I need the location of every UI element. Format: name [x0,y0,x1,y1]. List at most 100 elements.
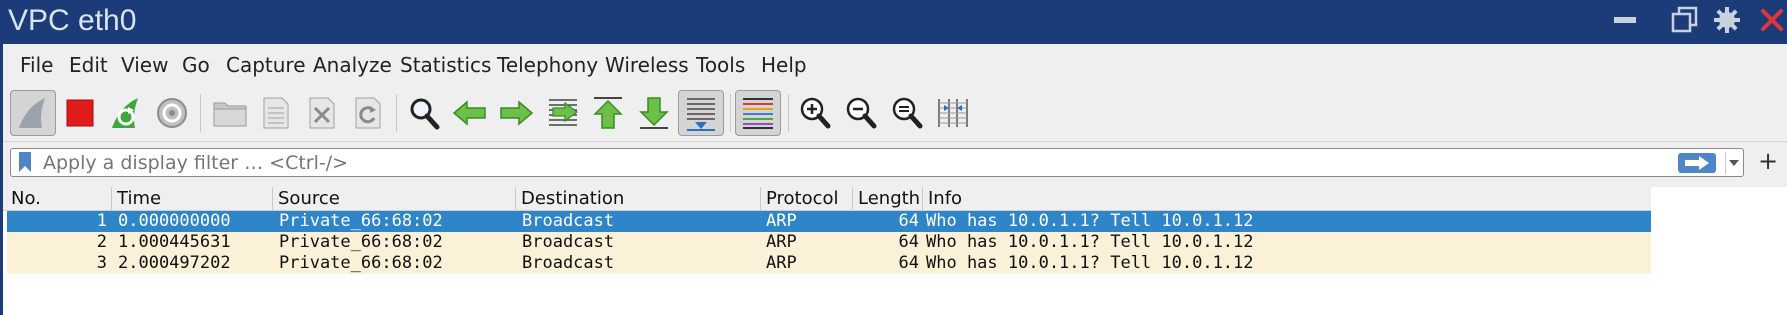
cell-destination: Broadcast [522,211,615,231]
cell-length: 64 [898,253,919,273]
reload-file-button[interactable] [345,90,391,136]
cell-source: Private_66:68:02 [279,211,443,231]
go-forward-icon [500,100,534,126]
menu-telephony[interactable]: Telephony [497,53,598,77]
cell-no: 2 [96,232,107,252]
autoscroll-button[interactable] [678,90,724,136]
go-to-packet-icon [549,99,578,126]
column-header-source[interactable]: Source [273,187,516,211]
zoom-out-button[interactable] [838,90,884,136]
go-last-icon [639,97,669,129]
resize-columns-button[interactable] [930,90,976,136]
cell-no: 3 [96,253,107,273]
bookmark-icon[interactable] [19,152,31,172]
display-filter-input-box [10,148,1744,177]
menu-wireless[interactable]: Wireless [605,53,689,77]
menu-tools[interactable]: Tools [696,53,745,77]
restart-capture-icon [112,98,138,128]
apply-filter-button[interactable] [1678,153,1716,173]
display-filter-input[interactable] [43,151,1643,175]
cell-protocol: ARP [766,211,797,231]
go-back-button[interactable] [447,90,493,136]
column-header-time[interactable]: Time [112,187,273,211]
stop-capture-button[interactable] [57,90,103,136]
zoom-in-icon [800,97,831,129]
column-header-info[interactable]: Info [923,187,1651,211]
go-last-button[interactable] [631,90,677,136]
maximize-icon [1671,6,1698,33]
menu-capture[interactable]: Capture [226,53,306,77]
cell-info: Who has 10.0.1.1? Tell 10.0.1.12 [926,232,1254,252]
packet-list: No. Time Source Destination Protocol Len… [3,187,1787,315]
save-file-icon [263,97,289,129]
menu-edit[interactable]: Edit [69,53,108,77]
colorize-icon [743,98,773,129]
cell-time: 1.000445631 [118,232,231,252]
display-filter-bar: + [3,143,1787,181]
save-file-button[interactable] [253,90,299,136]
maximize-button[interactable] [1669,4,1701,36]
normal-size-button[interactable] [884,90,930,136]
restart-capture-button[interactable] [103,90,149,136]
go-first-button[interactable] [585,90,631,136]
menu-help[interactable]: Help [761,53,807,77]
close-file-button[interactable] [299,90,345,136]
menu-file[interactable]: File [20,53,53,77]
window-settings-button[interactable] [1711,4,1743,36]
toolbar-separator [200,94,201,132]
cell-time: 2.000497202 [118,253,231,273]
packet-row[interactable]: 3 2.000497202 Private_66:68:02 Broadcast… [7,253,1651,274]
packet-row[interactable]: 2 1.000445631 Private_66:68:02 Broadcast… [7,232,1651,253]
go-forward-button[interactable] [493,90,539,136]
column-header-destination[interactable]: Destination [516,187,761,211]
packet-row[interactable]: 1 0.000000000 Private_66:68:02 Broadcast… [7,211,1651,232]
open-file-icon [213,102,247,127]
title-bar: VPC eth0 [0,0,1787,44]
cell-info: Who has 10.0.1.1? Tell 10.0.1.12 [926,253,1254,273]
add-filter-button[interactable]: + [1758,149,1778,173]
cell-destination: Broadcast [522,253,615,273]
reload-file-icon [355,97,381,129]
open-file-button[interactable] [207,90,253,136]
zoom-in-button[interactable] [792,90,838,136]
close-window-button[interactable] [1757,4,1787,36]
packet-list-header: No. Time Source Destination Protocol Len… [3,187,1651,211]
gear-icon [1714,7,1740,33]
filter-history-dropdown[interactable] [1725,152,1741,174]
find-packet-icon [410,98,440,130]
menu-analyze[interactable]: Analyze [313,53,392,77]
zoom-out-icon [846,97,877,129]
stop-capture-icon [66,99,94,127]
toolbar-separator [730,94,731,132]
minimize-button[interactable] [1612,4,1638,36]
column-header-protocol[interactable]: Protocol [761,187,853,211]
cell-length: 64 [898,232,919,252]
find-packet-button[interactable] [401,90,447,136]
close-icon [1761,9,1783,31]
colorize-button[interactable] [735,90,781,136]
resize-columns-icon [938,99,968,127]
column-header-length[interactable]: Length [853,187,923,211]
capture-options-button[interactable] [149,90,195,136]
arrow-right-icon [1685,156,1709,170]
autoscroll-icon [687,98,715,131]
menu-view[interactable]: View [121,53,168,77]
toolbar-separator [396,94,397,132]
go-to-packet-button[interactable] [539,90,585,136]
column-header-no[interactable]: No. [6,187,112,211]
cell-destination: Broadcast [522,232,615,252]
start-capture-button[interactable] [10,90,56,136]
menu-statistics[interactable]: Statistics [400,53,491,77]
close-file-icon [309,97,335,129]
cell-time: 0.000000000 [118,211,231,231]
capture-options-icon [157,98,187,128]
window-title: VPC eth0 [8,4,137,37]
main-toolbar [3,84,1787,142]
minimize-icon [1614,17,1636,23]
menu-go[interactable]: Go [182,53,210,77]
cell-protocol: ARP [766,253,797,273]
chevron-down-icon [1728,160,1739,166]
cell-no: 1 [96,211,107,231]
cell-length: 64 [898,211,919,231]
cell-source: Private_66:68:02 [279,232,443,252]
